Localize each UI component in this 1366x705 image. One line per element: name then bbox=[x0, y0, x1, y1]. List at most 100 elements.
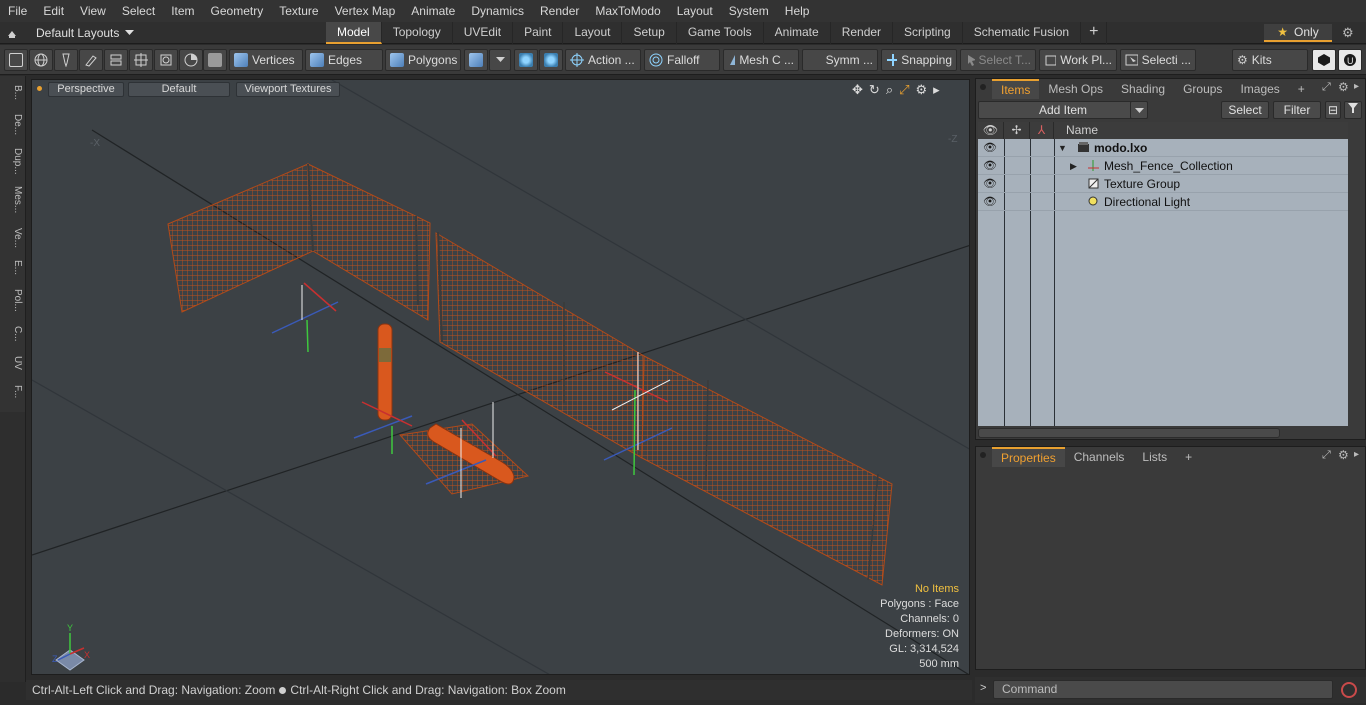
collapse-button[interactable]: ⊟ bbox=[1325, 101, 1341, 119]
panel-menu-dot[interactable] bbox=[980, 84, 986, 90]
tree-row-mesh-fence-collection[interactable]: 👁 ▶ Mesh_Fence_Collection bbox=[978, 157, 1348, 175]
tab-properties[interactable]: Properties bbox=[992, 447, 1065, 467]
expand-triangle-icon[interactable]: ▼ bbox=[1058, 139, 1067, 157]
tab-game-tools[interactable]: Game Tools bbox=[677, 22, 764, 44]
panel-arrow-icon[interactable]: ▸ bbox=[1354, 81, 1359, 92]
left-tab-deform[interactable]: De... bbox=[3, 110, 23, 140]
pivot-button[interactable] bbox=[514, 49, 538, 71]
menu-maxtomodo[interactable]: MaxToModo bbox=[587, 0, 668, 22]
tab-uvedit[interactable]: UVEdit bbox=[453, 22, 514, 44]
tab-animate[interactable]: Animate bbox=[764, 22, 831, 44]
viewport-textures-selector[interactable]: Viewport Textures bbox=[236, 82, 340, 97]
tab-model[interactable]: Model bbox=[326, 22, 382, 44]
panel-gear-icon[interactable]: ⚙ bbox=[1338, 80, 1349, 94]
falloff-button[interactable]: Falloff bbox=[644, 49, 720, 71]
left-tab-polygon[interactable]: Pol... bbox=[3, 284, 23, 316]
add-panel-tab-button[interactable]: + bbox=[1176, 447, 1201, 467]
tab-layout[interactable]: Layout bbox=[563, 22, 623, 44]
menu-render[interactable]: Render bbox=[532, 0, 587, 22]
expand-triangle-icon[interactable]: ▶ bbox=[1070, 157, 1077, 175]
shield-button[interactable] bbox=[203, 49, 227, 71]
globe-button[interactable] bbox=[29, 49, 53, 71]
menu-help[interactable]: Help bbox=[777, 0, 818, 22]
left-tab-fusion[interactable]: F... bbox=[3, 378, 23, 406]
menu-select[interactable]: Select bbox=[114, 0, 163, 22]
move-view-icon[interactable]: ✥ bbox=[852, 82, 863, 98]
unreal-button[interactable]: U bbox=[1338, 49, 1362, 71]
tab-render[interactable]: Render bbox=[831, 22, 894, 44]
command-input[interactable]: Command bbox=[993, 680, 1333, 699]
center-button[interactable] bbox=[539, 49, 563, 71]
item-mode-button[interactable] bbox=[464, 49, 488, 71]
viewport-arrow-icon[interactable]: ▸ bbox=[933, 82, 940, 98]
name-column-header[interactable]: Name bbox=[1054, 122, 1348, 139]
action-center-button[interactable]: Action ... bbox=[565, 49, 641, 71]
panel-arrow-icon[interactable]: ▸ bbox=[1354, 449, 1359, 460]
select-through-button[interactable]: Select T... bbox=[960, 49, 1036, 71]
unity-button[interactable] bbox=[1312, 49, 1336, 71]
menu-dynamics[interactable]: Dynamics bbox=[463, 0, 532, 22]
panel-gear-icon[interactable]: ⚙ bbox=[1338, 448, 1349, 462]
left-tab-vertex[interactable]: Ve... bbox=[3, 224, 23, 252]
gear-icon[interactable]: ⚙ bbox=[1342, 25, 1354, 41]
pen-button[interactable] bbox=[54, 49, 78, 71]
tree-row-directional-light[interactable]: 👁 Directional Light bbox=[978, 193, 1348, 211]
stop-icon[interactable] bbox=[1341, 682, 1357, 698]
3d-viewport[interactable]: -X -Z Y X Z Perspective Default Viewport… bbox=[31, 79, 970, 675]
lock-column-header[interactable]: ✢ bbox=[1004, 122, 1030, 139]
menu-edit[interactable]: Edit bbox=[35, 0, 72, 22]
tab-paint[interactable]: Paint bbox=[513, 22, 564, 44]
visibility-column-header[interactable]: 👁 bbox=[978, 122, 1004, 139]
brush-button[interactable] bbox=[79, 49, 103, 71]
tree-row-modo-lxo[interactable]: 👁 ▼ modo.lxo bbox=[978, 139, 1348, 157]
menu-texture[interactable]: Texture bbox=[271, 0, 326, 22]
type-column-header[interactable]: ⅄ bbox=[1030, 122, 1054, 139]
add-tab-button[interactable]: + bbox=[1081, 22, 1108, 44]
expand-panel-icon[interactable]: ⤢ bbox=[1322, 449, 1331, 462]
left-tab-mesh[interactable]: Mes... bbox=[3, 182, 23, 218]
tab-channels[interactable]: Channels bbox=[1065, 447, 1134, 467]
polygons-button[interactable]: Polygons bbox=[385, 49, 461, 71]
maximize-icon[interactable]: ⤢ bbox=[899, 82, 909, 98]
left-tab-uv[interactable]: UV bbox=[3, 352, 23, 374]
visibility-eye-icon[interactable]: 👁 bbox=[983, 175, 997, 193]
zoom-view-icon[interactable]: ⌕ bbox=[886, 82, 893, 98]
left-tab-edge[interactable]: E... bbox=[3, 256, 23, 280]
kits-button[interactable]: ⚙ Kits bbox=[1232, 49, 1308, 71]
add-item-dropdown[interactable] bbox=[1130, 101, 1148, 119]
visibility-eye-icon[interactable]: 👁 bbox=[983, 139, 997, 157]
edges-button[interactable]: Edges bbox=[305, 49, 383, 71]
menu-vertex-map[interactable]: Vertex Map bbox=[327, 0, 404, 22]
add-panel-tab-button[interactable]: + bbox=[1289, 79, 1314, 99]
left-tab-basic[interactable]: B... bbox=[3, 82, 23, 104]
grid-button[interactable] bbox=[129, 49, 153, 71]
layout-selector[interactable]: Default Layouts bbox=[6, 22, 135, 44]
tab-topology[interactable]: Topology bbox=[382, 22, 453, 44]
only-button[interactable]: ★ Only bbox=[1264, 24, 1332, 42]
timer-button[interactable] bbox=[179, 49, 203, 71]
funnel-button[interactable] bbox=[1344, 101, 1362, 119]
add-item-button[interactable]: Add Item bbox=[978, 101, 1148, 119]
select-circle-button[interactable] bbox=[4, 49, 28, 71]
transform-button[interactable] bbox=[104, 49, 128, 71]
mesh-constraint-button[interactable]: Mesh C ... bbox=[723, 49, 799, 71]
symmetry-button[interactable]: Symm ... bbox=[802, 49, 878, 71]
mode-dropdown-button[interactable] bbox=[489, 49, 511, 71]
tree-row-texture-group[interactable]: 👁 Texture Group bbox=[978, 175, 1348, 193]
snapping-button[interactable]: Snapping bbox=[881, 49, 957, 71]
filter-button[interactable]: Filter bbox=[1273, 101, 1321, 119]
command-arrow-icon[interactable]: > bbox=[980, 682, 986, 694]
left-tab-curve[interactable]: C... bbox=[3, 320, 23, 348]
square-button[interactable] bbox=[154, 49, 178, 71]
view-mode-selector[interactable]: Perspective bbox=[48, 82, 124, 97]
viewport-menu-dot[interactable] bbox=[37, 86, 42, 91]
menu-item[interactable]: Item bbox=[163, 0, 202, 22]
left-tab-duplicate[interactable]: Dup... bbox=[3, 144, 23, 178]
visibility-eye-icon[interactable]: 👁 bbox=[983, 193, 997, 211]
menu-view[interactable]: View bbox=[72, 0, 114, 22]
visibility-eye-icon[interactable]: 👁 bbox=[983, 157, 997, 175]
work-plane-button[interactable]: Work Pl... bbox=[1039, 49, 1117, 71]
horizontal-scrollbar[interactable] bbox=[978, 428, 1280, 438]
menu-geometry[interactable]: Geometry bbox=[203, 0, 272, 22]
panel-menu-dot[interactable] bbox=[980, 452, 986, 458]
